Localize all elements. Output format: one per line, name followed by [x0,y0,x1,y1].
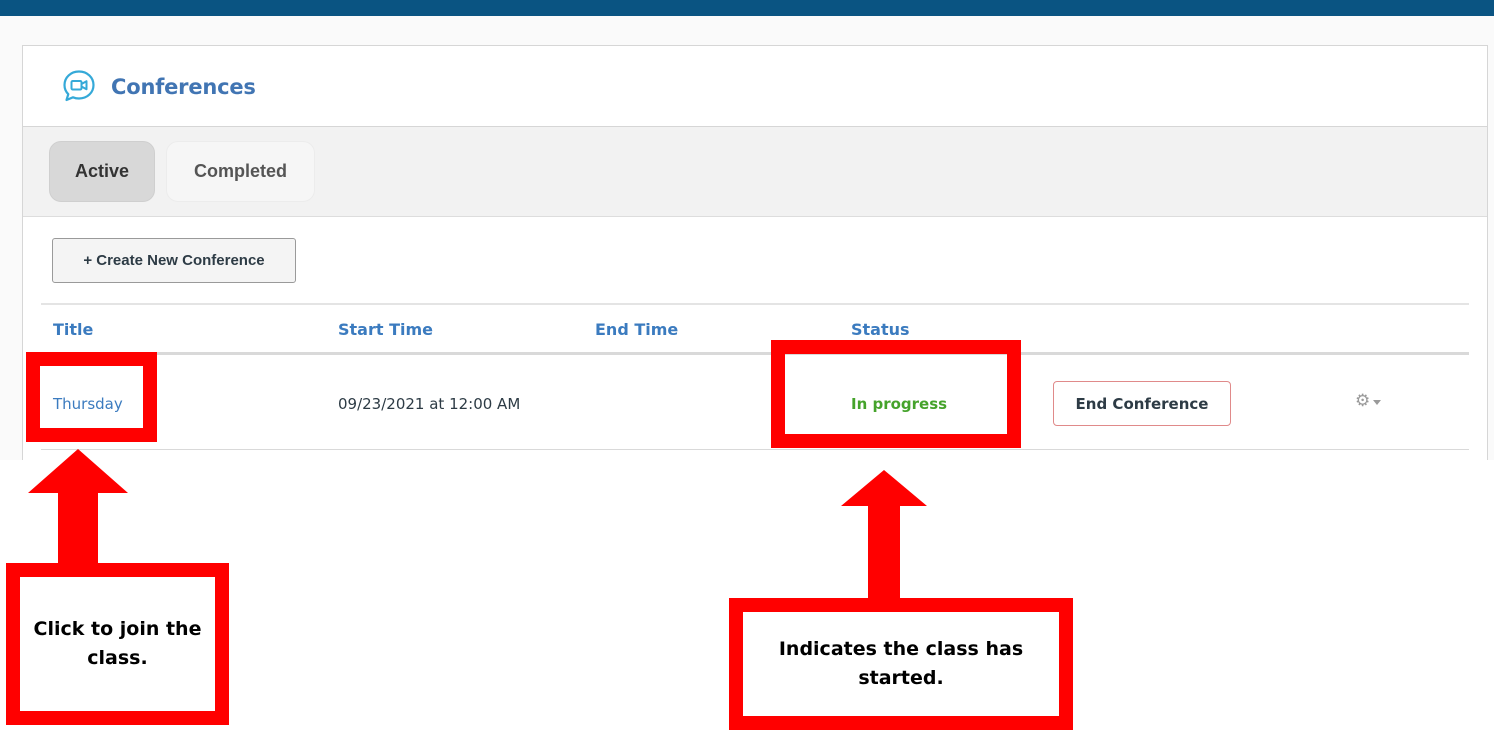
up-arrow-icon [28,449,128,569]
status-highlight-box [771,340,1021,448]
class-started-callout: Indicates the class has started. [729,598,1073,730]
conferences-panel: Conferences Active Completed + Create Ne… [22,45,1488,460]
column-header-title[interactable]: Title [53,320,93,339]
join-class-callout: Click to join the class. [6,563,229,725]
top-nav-bar [0,0,1494,16]
table-top-divider [41,303,1469,305]
up-arrow-icon [841,470,927,600]
tab-completed[interactable]: Completed [166,141,315,202]
title-highlight-box [26,352,157,442]
column-header-start-time[interactable]: Start Time [338,320,433,339]
column-header-end-time[interactable]: End Time [595,320,678,339]
page-title: Conferences [111,75,256,99]
video-chat-icon [63,70,95,102]
panel-header: Conferences [23,46,1487,127]
tab-active[interactable]: Active [49,141,155,202]
end-conference-button[interactable]: End Conference [1053,381,1231,426]
chevron-down-icon [1373,399,1382,405]
table-row-divider [41,449,1469,450]
table-header-divider [41,352,1469,355]
conference-tabs: Active Completed [23,127,1487,217]
create-new-conference-button[interactable]: + Create New Conference [52,238,296,283]
row-settings-menu[interactable]: ⚙ [1355,390,1389,412]
gear-icon: ⚙ [1355,391,1371,411]
column-header-status[interactable]: Status [851,320,910,339]
conference-start-time: 09/23/2021 at 12:00 AM [338,395,521,413]
